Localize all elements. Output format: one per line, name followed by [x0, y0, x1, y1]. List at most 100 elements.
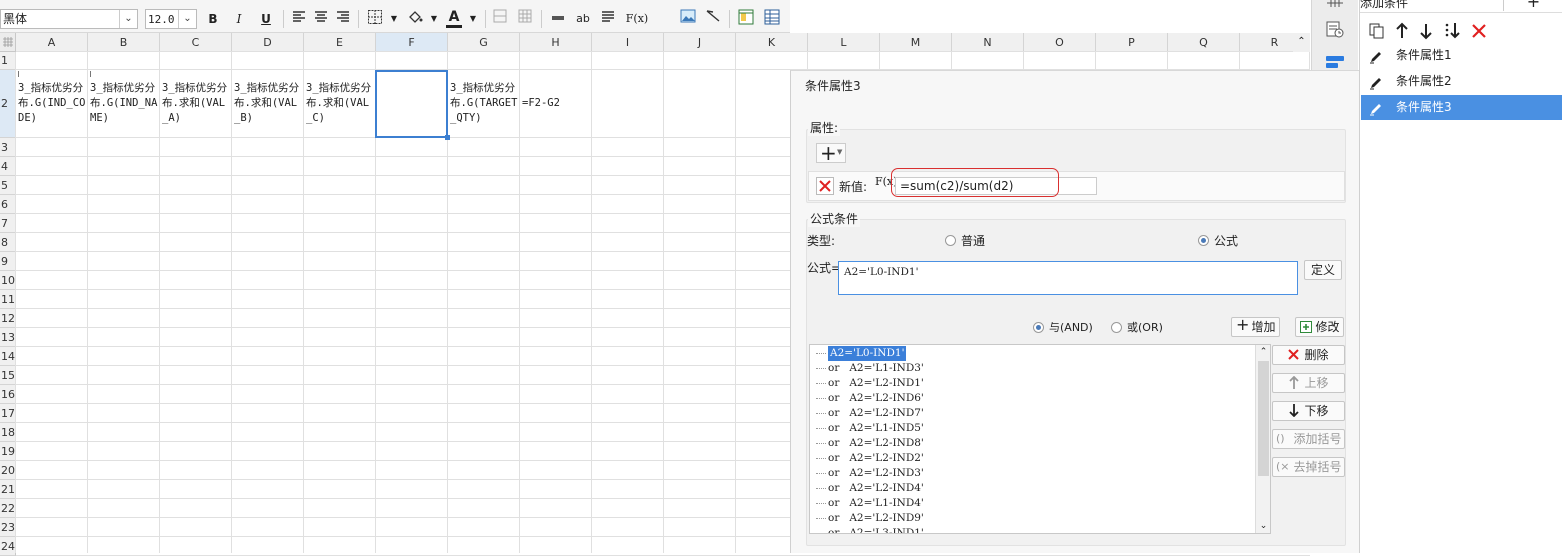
condition-expression-item[interactable]: or A2='L2-IND7' — [828, 406, 924, 421]
column-header-e[interactable]: E — [304, 33, 376, 52]
row-header-6[interactable]: 6 — [0, 195, 16, 214]
move-bottom-icon[interactable] — [1444, 22, 1462, 40]
row-header-13[interactable]: 13 — [0, 328, 16, 347]
fill-color-icon[interactable] — [405, 9, 425, 29]
condition-expression-item[interactable]: or A2='L2-IND1' — [828, 376, 924, 391]
cell-attribute-icon[interactable] — [1326, 20, 1344, 38]
formula-input[interactable]: A2='L0-IND1' — [838, 261, 1298, 295]
column-header-h[interactable]: H — [520, 33, 592, 52]
cell-c2[interactable]: 3_指标优劣分布.求和(VAL_A) — [160, 70, 232, 138]
row-header-10[interactable]: 10 — [0, 271, 16, 290]
select-all-corner[interactable] — [0, 33, 16, 52]
align-left-icon[interactable] — [289, 9, 309, 29]
formula-button[interactable]: F(x) — [624, 9, 650, 29]
row-header-14[interactable]: 14 — [0, 347, 16, 366]
column-header-l[interactable]: L — [808, 33, 880, 52]
row-header-7[interactable]: 7 — [0, 214, 16, 233]
cell-a2[interactable]: 3_指标优劣分布.G(IND_CODE) — [16, 70, 88, 138]
row-header-19[interactable]: 19 — [0, 442, 16, 461]
column-header-o[interactable]: O — [1024, 33, 1096, 52]
row-header-15[interactable]: 15 — [0, 366, 16, 385]
row-header-12[interactable]: 12 — [0, 309, 16, 328]
condition-expression-item[interactable]: or A2='L1-IND4' — [828, 496, 924, 511]
and-radio[interactable] — [1033, 322, 1044, 333]
chevron-down-icon[interactable]: ▼ — [463, 9, 483, 29]
condition-expression-item[interactable]: or A2='L2-IND2' — [828, 451, 924, 466]
row-header-22[interactable]: 22 — [0, 499, 16, 518]
row-header-21[interactable]: 21 — [0, 480, 16, 499]
row-header-23[interactable]: 23 — [0, 518, 16, 537]
italic-button[interactable]: I — [229, 9, 249, 29]
type-normal-radio[interactable] — [945, 235, 956, 246]
align-center-icon[interactable] — [311, 9, 331, 29]
row-header-18[interactable]: 18 — [0, 423, 16, 442]
row-header-2[interactable]: 2 — [0, 70, 16, 138]
row-header-8[interactable]: 8 — [0, 233, 16, 252]
text-color-icon[interactable]: A — [444, 9, 464, 29]
row-header-5[interactable]: 5 — [0, 176, 16, 195]
scroll-up-icon[interactable]: ⌃ — [1293, 33, 1310, 52]
column-header-j[interactable]: J — [664, 33, 736, 52]
cell-e2[interactable]: 3_指标优劣分布.求和(VAL_C) — [304, 70, 376, 138]
align-right-icon[interactable] — [333, 9, 353, 29]
arrow-up-icon[interactable] — [1394, 22, 1410, 40]
slash-icon[interactable] — [703, 9, 723, 29]
paragraph-icon[interactable] — [598, 9, 618, 29]
condition-item[interactable]: 条件属性2 — [1361, 69, 1562, 94]
row-header-16[interactable]: 16 — [0, 385, 16, 404]
sheet-layout-icon[interactable] — [736, 9, 756, 29]
condition-item[interactable]: 条件属性1 — [1361, 43, 1562, 68]
underline-button[interactable]: U — [256, 9, 276, 29]
column-header-f[interactable]: F — [376, 33, 448, 52]
condition-attribute-icon[interactable] — [1324, 53, 1346, 71]
column-header-i[interactable]: I — [592, 33, 664, 52]
textbox-icon[interactable] — [548, 9, 568, 29]
column-header-c[interactable]: C — [160, 33, 232, 52]
condition-item[interactable]: 条件属性3 — [1361, 95, 1562, 120]
add-condition-button[interactable]: + — [1503, 0, 1562, 11]
cell-b2[interactable]: 3_指标优劣分布.G(IND_NAME) — [88, 70, 160, 138]
define-button[interactable]: 定义 — [1304, 260, 1342, 280]
condition-expression-item[interactable]: or A2='L2-IND4' — [828, 481, 924, 496]
or-radio[interactable] — [1111, 322, 1122, 333]
chevron-down-icon[interactable]: ▼ — [424, 9, 444, 29]
cell-d2[interactable]: 3_指标优劣分布.求和(VAL_B) — [232, 70, 304, 138]
text-cell-button[interactable]: ab — [573, 9, 593, 29]
condition-expression-item[interactable]: or A2='L1-IND5' — [828, 421, 924, 436]
chevron-down-icon[interactable]: ▼ — [384, 9, 404, 29]
merge-cells-icon[interactable] — [490, 9, 510, 29]
delete-icon[interactable] — [1470, 22, 1488, 40]
image-icon[interactable] — [678, 9, 698, 29]
row-header-11[interactable]: 11 — [0, 290, 16, 309]
copy-icon[interactable] — [1368, 22, 1386, 40]
columns-layout-icon[interactable] — [762, 9, 782, 29]
font-size-select[interactable]: 12.0 ⌄ — [145, 9, 197, 29]
grid-settings-icon[interactable] — [1326, 0, 1344, 7]
condition-expression-list[interactable]: A2='L0-IND1' or A2='L1-IND3' or A2='L2-IND… — [809, 344, 1271, 534]
column-header-q[interactable]: Q — [1168, 33, 1240, 52]
arrow-down-icon[interactable] — [1418, 22, 1434, 40]
row-header-1[interactable]: 1 — [0, 52, 16, 70]
move-up-button[interactable]: 上移 — [1272, 373, 1345, 393]
column-header-n[interactable]: N — [952, 33, 1024, 52]
condition-expression-item[interactable]: or A2='L2-IND9' — [828, 511, 924, 526]
modify-button[interactable]: 修改 — [1295, 317, 1344, 337]
add-parenthesis-button[interactable]: () 添加括号 — [1272, 429, 1345, 449]
scroll-down-icon[interactable]: ⌄ — [1256, 519, 1270, 533]
row-header-3[interactable]: 3 — [0, 138, 16, 157]
border-icon[interactable] — [365, 9, 385, 29]
vertical-scrollbar[interactable]: ⌃ ⌄ — [1255, 345, 1270, 533]
bold-button[interactable]: B — [203, 9, 223, 29]
row-header-9[interactable]: 9 — [0, 252, 16, 271]
row-header-17[interactable]: 17 — [0, 404, 16, 423]
condition-expression-item[interactable]: or A2='L2-IND8' — [828, 436, 924, 451]
scrollbar-thumb[interactable] — [1258, 361, 1269, 476]
add-button[interactable]: + 增加 — [1231, 316, 1280, 337]
condition-expression-item[interactable]: or A2='L2-IND3' — [828, 466, 924, 481]
split-cells-icon[interactable] — [515, 9, 535, 29]
delete-button[interactable]: 删除 — [1272, 345, 1345, 365]
remove-attribute-icon[interactable] — [816, 177, 834, 195]
move-down-button[interactable]: 下移 — [1272, 401, 1345, 421]
column-header-p[interactable]: P — [1096, 33, 1168, 52]
condition-expression-item[interactable]: or A2='L1-IND3' — [828, 361, 924, 376]
